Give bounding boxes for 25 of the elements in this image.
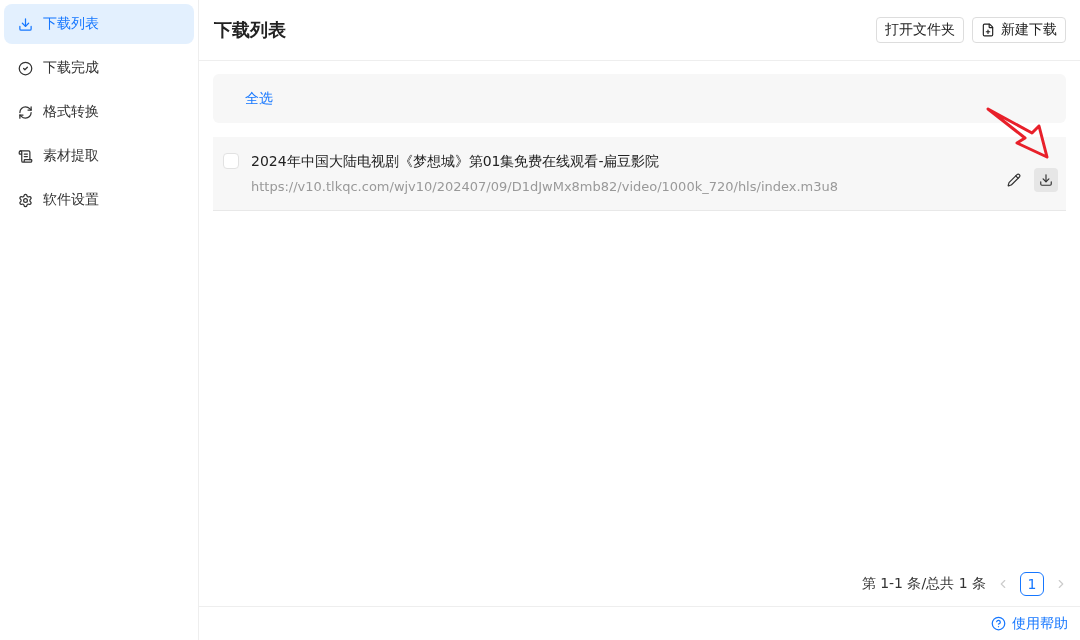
annotation-arrow [985, 106, 1051, 160]
sidebar-item[interactable]: 格式转换 [4, 92, 194, 132]
file-plus-icon [981, 23, 995, 37]
download-icon [1039, 172, 1053, 187]
new-download-button[interactable]: 新建下载 [972, 17, 1066, 43]
sidebar-item[interactable]: 素材提取 [4, 136, 194, 176]
settings-icon [18, 192, 33, 208]
sidebar-item[interactable]: 软件设置 [4, 180, 194, 220]
refresh-icon [18, 104, 33, 120]
pagination-summary: 第 1-1 条/总共 1 条 [861, 575, 986, 593]
page-title: 下载列表 [214, 18, 286, 42]
help-link[interactable]: 使用帮助 [991, 614, 1068, 633]
help-icon [991, 616, 1006, 631]
check-circle-icon [18, 60, 33, 76]
checkbox[interactable] [223, 153, 239, 169]
item-title: 2024年中国大陆电视剧《梦想城》第01集免费在线观看-扁豆影院 [251, 153, 661, 171]
pencil-icon [1007, 172, 1021, 187]
sidebar-item[interactable]: 下载完成 [4, 48, 194, 88]
sidebar-item[interactable]: 下载列表 [4, 4, 194, 44]
select-all-link[interactable]: 全选 [245, 89, 273, 108]
item-url: https://v10.tlkqc.com/wjv10/202407/09/D1dJwMx8mb82/video/1000k_720/hls/index.m3u8 [251, 179, 840, 194]
page-button[interactable]: 1 [1020, 572, 1044, 596]
download-icon [18, 16, 33, 32]
download-button[interactable] [1034, 167, 1058, 192]
open-folder-button[interactable]: 打开文件夹 [876, 17, 964, 43]
